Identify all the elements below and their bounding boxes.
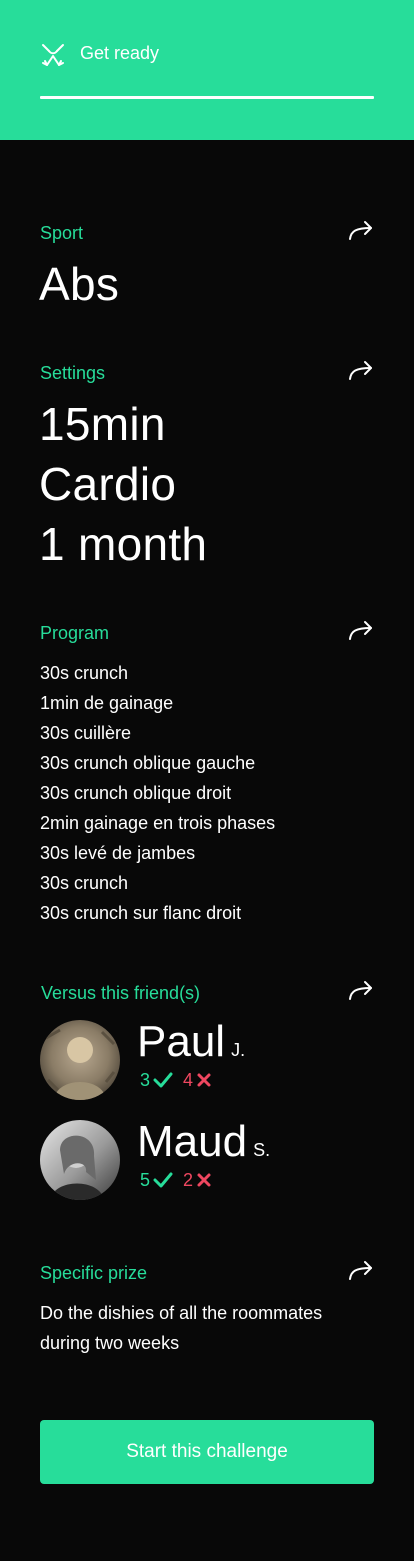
cross-icon [197, 1073, 211, 1087]
cross-icon [197, 1173, 211, 1187]
share-arrow-icon[interactable] [347, 1260, 375, 1282]
share-arrow-icon[interactable] [347, 220, 375, 242]
title-underline [40, 96, 374, 99]
share-arrow-icon[interactable] [347, 360, 375, 382]
settings-type: Cardio [39, 458, 177, 510]
friend-stats: 3 4 [140, 1070, 212, 1090]
losses-count: 2 [183, 1170, 194, 1190]
list-item: 2min gainage en trois phases [40, 813, 276, 833]
list-item: 30s crunch oblique droit [40, 783, 232, 803]
list-item: 30s crunch sur flanc droit [40, 903, 242, 923]
program-list: 30s crunch 1min de gainage 30s cuillère … [40, 658, 275, 928]
page-title: Get ready [80, 43, 160, 63]
list-item: 1min de gainage [40, 693, 174, 713]
wins-count: 3 [140, 1070, 151, 1090]
crossed-arrows-icon [42, 44, 64, 66]
program-label: Program [40, 623, 110, 643]
versus-label: Versus this friend(s) [41, 983, 201, 1003]
settings-period: 1 month [39, 518, 208, 570]
sport-label: Sport [40, 223, 84, 243]
list-item: 30s crunch [40, 873, 129, 893]
friend-stats: 5 2 [140, 1170, 212, 1190]
start-challenge-button[interactable]: Start this challenge [40, 1420, 374, 1484]
share-arrow-icon[interactable] [347, 980, 375, 1002]
friend-initial: S. [253, 1140, 271, 1160]
friend-name: Paul J. [137, 1017, 246, 1066]
header: Get ready [0, 0, 414, 140]
check-icon [153, 1072, 173, 1088]
friend-card-paul[interactable]: Paul J. 3 4 [40, 1017, 360, 1102]
check-icon [153, 1172, 173, 1188]
share-arrow-icon[interactable] [347, 620, 375, 642]
avatar [40, 1120, 120, 1200]
prize-text: Do the dishies of all the roommates duri… [40, 1303, 323, 1353]
friend-card-maud[interactable]: Maud S. 5 2 [40, 1117, 360, 1202]
list-item: 30s cuillère [40, 723, 132, 743]
sport-value: Abs [39, 258, 120, 310]
avatar [40, 1020, 120, 1100]
friend-initial: J. [231, 1040, 246, 1060]
list-item: 30s crunch oblique gauche [40, 753, 256, 773]
settings-label: Settings [40, 363, 106, 383]
prize-label: Specific prize [40, 1263, 148, 1283]
settings-duration: 15min [39, 398, 166, 450]
start-challenge-label: Start this challenge [126, 1441, 288, 1462]
list-item: 30s crunch [40, 663, 129, 683]
friend-name: Maud S. [137, 1117, 271, 1166]
wins-count: 5 [140, 1170, 151, 1190]
list-item: 30s levé de jambes [40, 843, 196, 863]
losses-count: 4 [183, 1070, 194, 1090]
